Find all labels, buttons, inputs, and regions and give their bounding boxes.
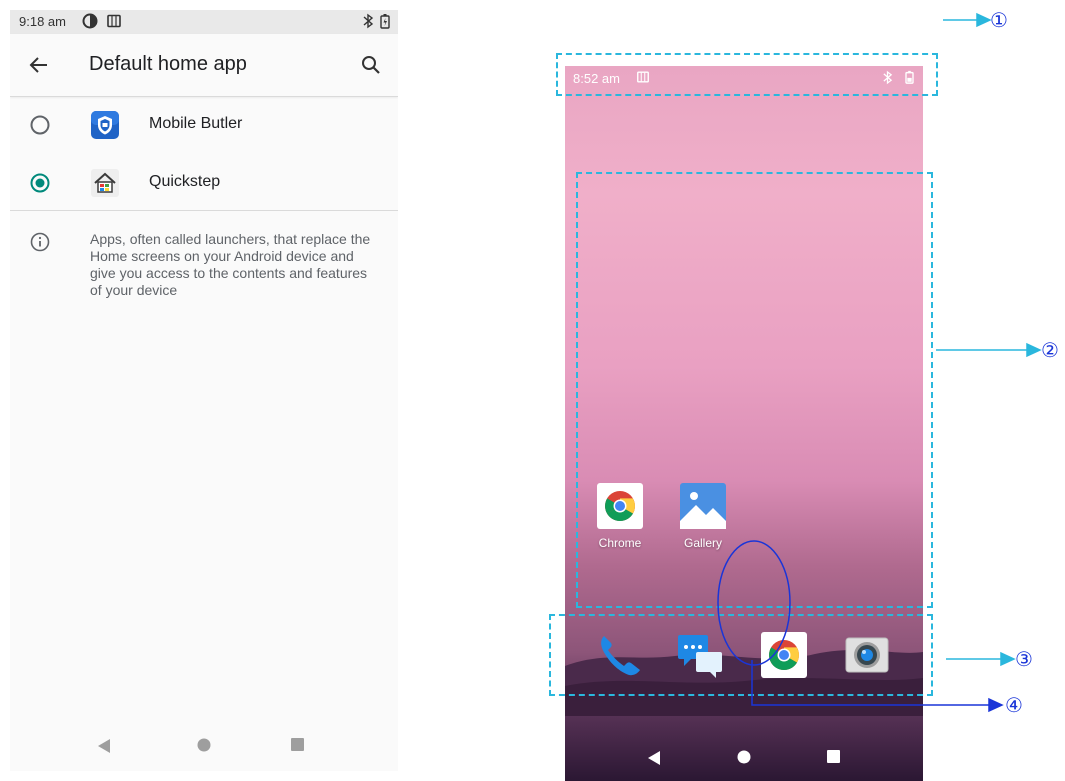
callout-2: ② (1041, 338, 1059, 362)
callout-1: ① (990, 8, 1008, 32)
callout-4: ④ (1005, 693, 1023, 717)
callout-3: ③ (1015, 647, 1033, 671)
callout-arrows (751, 12, 1042, 713)
